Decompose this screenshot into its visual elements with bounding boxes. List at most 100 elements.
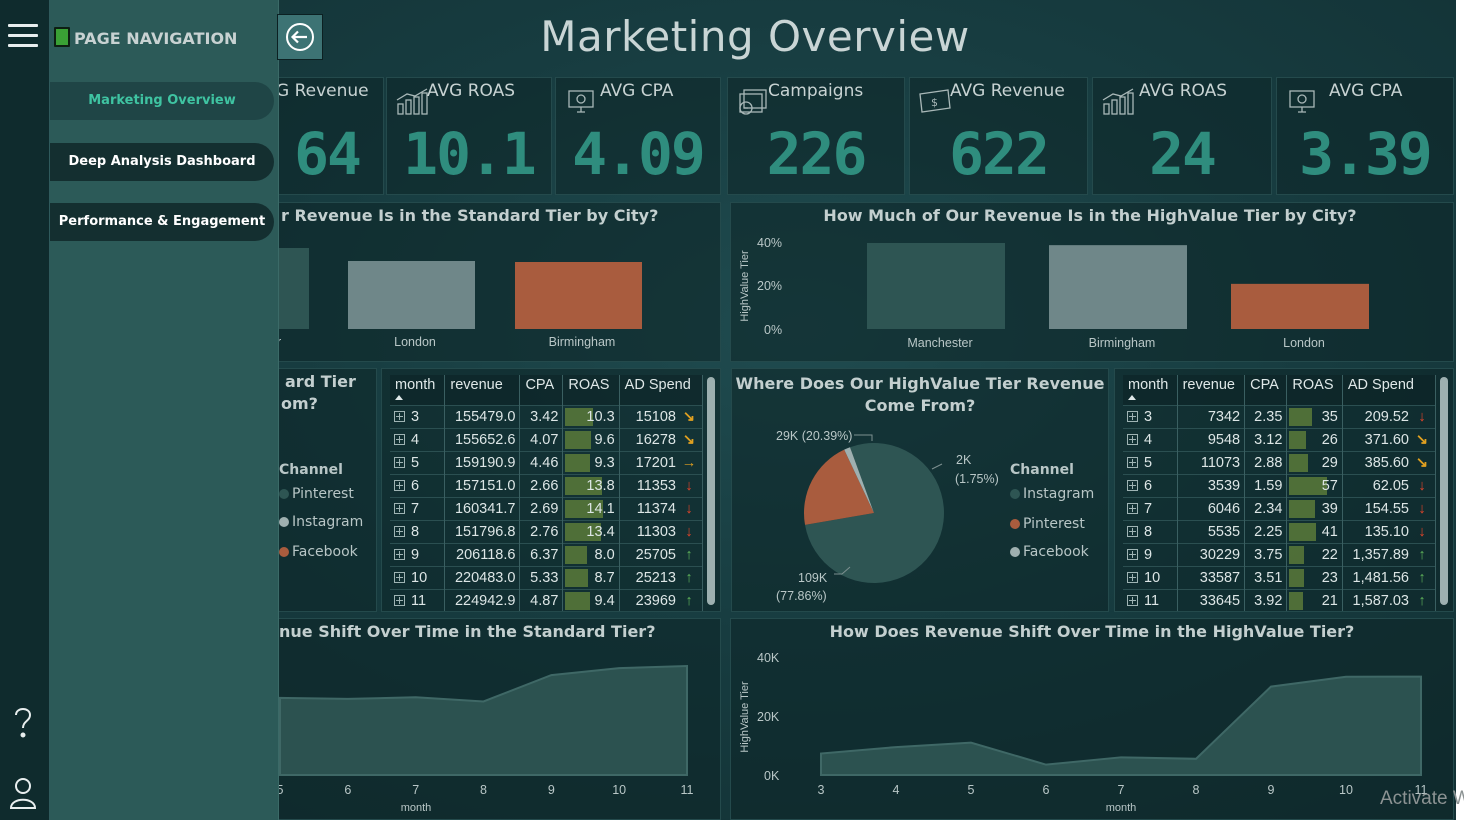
kpi-card-campaigns[interactable]: Campaigns 226 [727,77,905,195]
nav-item-performance-engagement[interactable]: Performance & Engagement [50,203,274,241]
expand-icon[interactable] [394,411,405,422]
expand-icon[interactable] [394,503,405,514]
column-header[interactable]: AD Spend [619,375,704,406]
cell-value: 6 [411,478,420,494]
area-series[interactable] [279,664,688,776]
expand-icon[interactable] [394,549,405,560]
arrow-down-icon: ↓ [685,501,693,517]
expand-icon[interactable] [1127,411,1138,422]
expand-icon[interactable] [394,595,405,606]
table-row[interactable]: 6 157151.0 2.66 13.8 11353 ↓ [390,474,704,498]
kpi-card-avg-cpa[interactable]: AVG CPA 3.39 [1276,77,1454,195]
sort-ascending-icon[interactable] [395,395,403,400]
bar-chart-highvalue-tier[interactable]: How Much of Our Revenue Is in the HighVa… [730,202,1454,362]
area-chart-highvalue-tier[interactable]: How Does Revenue Shift Over Time in the … [730,618,1454,820]
column-header[interactable]: AD Spend [1342,375,1437,406]
cell-value: 29 [1321,455,1338,471]
sort-ascending-icon[interactable] [1128,395,1136,400]
expand-icon[interactable] [394,434,405,445]
table-row[interactable]: 3 7342 2.35 35 209.52 ↓ [1123,405,1437,429]
expand-icon[interactable] [1127,595,1138,606]
cell-revenue: 220483.0 [444,566,521,590]
column-header[interactable]: revenue [444,375,521,406]
area-chart-standard-tier[interactable]: nue Shift Over Time in the Standard Tier… [270,618,721,820]
pie-chart-standard-tier[interactable]: ard Tier om? Channel Pinterest Instagram… [270,368,377,612]
kpi-card-avg-roas[interactable]: AVG ROAS 24 [1092,77,1272,195]
table-row[interactable]: 10 220483.0 5.33 8.7 25213 ↑ [390,566,704,590]
table-row[interactable]: 6 3539 1.59 57 62.05 ↓ [1123,474,1437,498]
cell-revenue: 206118.6 [444,543,521,567]
table-row[interactable]: 3 155479.0 3.42 10.3 15108 ↘ [390,405,704,429]
table-row[interactable]: 7 160341.7 2.69 14.1 11374 ↓ [390,497,704,521]
expand-icon[interactable] [1127,503,1138,514]
x-tick-label: 8 [1193,783,1200,797]
y-axis-title: HighValue Tier [739,250,751,322]
table-row[interactable]: 8 151796.8 2.76 13.4 11303 ↓ [390,520,704,544]
hamburger-menu-icon[interactable] [8,24,38,50]
cell-value: 1,587.03 [1352,593,1409,609]
cell-cpa: 2.35 [1244,405,1288,429]
table-row[interactable]: 5 11073 2.88 29 385.60 ↘ [1123,451,1437,475]
legend-item-facebook[interactable]: Facebook [1010,544,1089,560]
expand-icon[interactable] [394,526,405,537]
column-header[interactable]: ROAS [562,375,620,406]
table-row[interactable]: 11 224942.9 4.87 9.4 23969 ↑ [390,589,704,611]
column-header[interactable]: CPA [519,375,564,406]
matrix-standard-tier[interactable]: month revenue CPA ROAS AD Spend 3 155479.0 3.4… [381,368,721,612]
legend-item-instagram[interactable]: Instagram [279,514,363,530]
back-button[interactable] [277,14,323,60]
bar-london[interactable] [1231,283,1369,329]
expand-icon[interactable] [1127,457,1138,468]
column-header[interactable]: ROAS [1286,375,1343,406]
legend-item-pinterest[interactable]: Pinterest [279,486,354,502]
legend-item-pinterest[interactable]: Pinterest [1010,516,1085,532]
table-row[interactable]: 7 6046 2.34 39 154.55 ↓ [1123,497,1437,521]
column-header[interactable]: month [390,375,446,406]
expand-icon[interactable] [1127,480,1138,491]
bar-manchester[interactable] [867,243,1005,329]
expand-icon[interactable] [394,480,405,491]
user-icon[interactable] [8,775,38,811]
bar-london[interactable] [348,261,475,329]
table-row[interactable]: 4 9548 3.12 26 371.60 ↘ [1123,428,1437,452]
monitor-money-icon [1289,90,1315,113]
expand-icon[interactable] [394,572,405,583]
cell-roas: 23 [1286,566,1343,590]
help-icon[interactable] [8,704,38,740]
table-row[interactable]: 9 206118.6 6.37 8.0 25705 ↑ [390,543,704,567]
pie-chart-highvalue-tier[interactable]: Where Does Our HighValue Tier Revenue Co… [731,368,1109,612]
nav-item-deep-analysis-dashboard[interactable]: Deep Analysis Dashboard [50,143,274,181]
matrix-highvalue-tier[interactable]: month revenue CPA ROAS AD Spend 3 7342 2.35 35 2… [1114,368,1454,612]
cell-month: 3 [390,405,446,429]
area-series[interactable] [820,675,1422,776]
table-row[interactable]: 9 30229 3.75 22 1,357.89 ↑ [1123,543,1437,567]
book-icon [54,27,70,47]
kpi-card-avg-revenue[interactable]: $ AVG Revenue 622 [909,77,1088,195]
column-header[interactable]: CPA [1244,375,1288,406]
expand-icon[interactable] [1127,549,1138,560]
column-header[interactable]: revenue [1177,375,1246,406]
table-row[interactable]: 10 33587 3.51 23 1,481.56 ↑ [1123,566,1437,590]
kpi-card-cpa-left[interactable]: AVG CPA 4.09 [555,77,721,195]
expand-icon[interactable] [1127,434,1138,445]
table-row[interactable]: 5 159190.9 4.46 9.3 17201 → [390,451,704,475]
cell-value: 8 [411,524,420,540]
scrollbar[interactable] [1440,377,1448,605]
expand-icon[interactable] [1127,526,1138,537]
legend-item-facebook[interactable]: Facebook [279,544,358,560]
table-row[interactable]: 8 5535 2.25 41 135.10 ↓ [1123,520,1437,544]
bar-birmingham[interactable] [515,262,642,329]
expand-icon[interactable] [1127,572,1138,583]
bar-chart-standard-tier[interactable]: r Revenue Is in the Standard Tier by Cit… [270,202,721,362]
table-row[interactable]: 11 33645 3.92 21 1,587.03 ↑ [1123,589,1437,611]
arrow-down-icon: ↓ [685,524,693,540]
expand-icon[interactable] [394,457,405,468]
legend-item-instagram[interactable]: Instagram [1010,486,1094,502]
kpi-card-revenue-left[interactable]: G Revenue 64 [270,77,384,195]
scrollbar[interactable] [707,377,715,605]
column-header[interactable]: month [1123,375,1178,406]
kpi-card-roas-left[interactable]: AVG ROAS 10.1 [386,77,552,195]
nav-item-marketing-overview[interactable]: Marketing Overview [50,82,274,120]
table-row[interactable]: 4 155652.6 4.07 9.6 16278 ↘ [390,428,704,452]
bar-birmingham[interactable] [1049,245,1187,329]
